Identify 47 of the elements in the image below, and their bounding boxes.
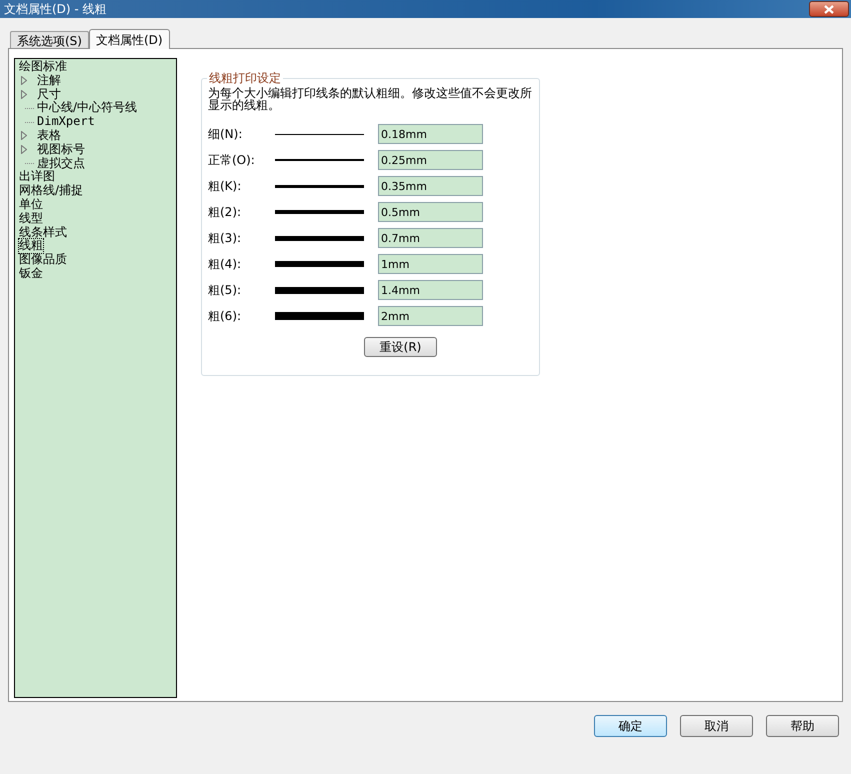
input-field[interactable]: 0.7mm xyxy=(378,228,483,248)
field-label: 粗(3): xyxy=(208,230,242,247)
field-label: 粗(K): xyxy=(208,178,242,195)
field-label: 粗(4): xyxy=(208,256,242,273)
expand-arrow-icon[interactable] xyxy=(21,76,30,86)
field-label: 粗(2): xyxy=(208,204,242,221)
input-field[interactable]: 1mm xyxy=(378,254,483,274)
tree-item[interactable]: 线粗 xyxy=(19,239,43,254)
dialog-button[interactable]: 确定 xyxy=(594,715,667,737)
reset-button[interactable]: 重设(R) xyxy=(364,337,437,357)
field-label: 粗(5): xyxy=(208,282,242,299)
tree-item[interactable]: 中心线/中心符号线 xyxy=(37,101,138,116)
tree-item[interactable]: 表格 xyxy=(37,128,61,143)
field-label: 粗(6): xyxy=(208,308,242,325)
field-label: 正常(O): xyxy=(208,152,256,169)
input-field[interactable]: 0.5mm xyxy=(378,202,483,222)
description-text: 为每个大小编辑打印线条的默认粗细。修改这些值不会更改所显示的线粗。 xyxy=(208,87,533,111)
close-button[interactable] xyxy=(809,1,849,17)
tree-item[interactable]: DimXpert xyxy=(37,115,95,129)
tree-item[interactable]: 钣金 xyxy=(19,266,43,281)
input-field[interactable]: 0.25mm xyxy=(378,150,483,170)
field-label: 细(N): xyxy=(208,126,244,143)
tree-item[interactable]: 网格线/捕捉 xyxy=(19,184,84,198)
window-title: 文档属性(D) - 线粗 xyxy=(4,1,107,18)
tree-item[interactable]: 注解 xyxy=(37,74,61,88)
input-field[interactable]: 0.35mm xyxy=(378,176,483,196)
tree-item[interactable]: 绘图标准 xyxy=(19,60,67,74)
tab[interactable]: 文档属性(D) xyxy=(88,29,170,49)
dialog-button[interactable]: 取消 xyxy=(680,715,753,737)
input-field[interactable]: 0.18mm xyxy=(378,124,483,144)
tree-item[interactable]: 单位 xyxy=(19,198,43,212)
tree-item[interactable]: 线条样式 xyxy=(19,226,67,240)
tree-item[interactable]: 视图标号 xyxy=(37,142,85,157)
tree-item[interactable]: 线型 xyxy=(19,212,43,226)
tree-item[interactable]: 出详图 xyxy=(19,170,55,184)
dialog-button[interactable]: 帮助 xyxy=(766,715,839,737)
tree-item[interactable]: 图像品质 xyxy=(19,253,67,267)
tab[interactable]: 系统选项(S) xyxy=(10,31,89,48)
expand-arrow-icon[interactable] xyxy=(21,90,30,99)
group-title: 线粗打印设定 xyxy=(207,71,283,85)
tree-item[interactable]: 尺寸 xyxy=(37,88,61,102)
input-field[interactable]: 2mm xyxy=(378,306,483,326)
expand-arrow-icon[interactable] xyxy=(21,145,30,154)
input-field[interactable]: 1.4mm xyxy=(378,280,483,300)
expand-arrow-icon[interactable] xyxy=(21,131,30,140)
close-icon xyxy=(824,4,834,14)
tree-item[interactable]: 虚拟交点 xyxy=(37,156,85,170)
